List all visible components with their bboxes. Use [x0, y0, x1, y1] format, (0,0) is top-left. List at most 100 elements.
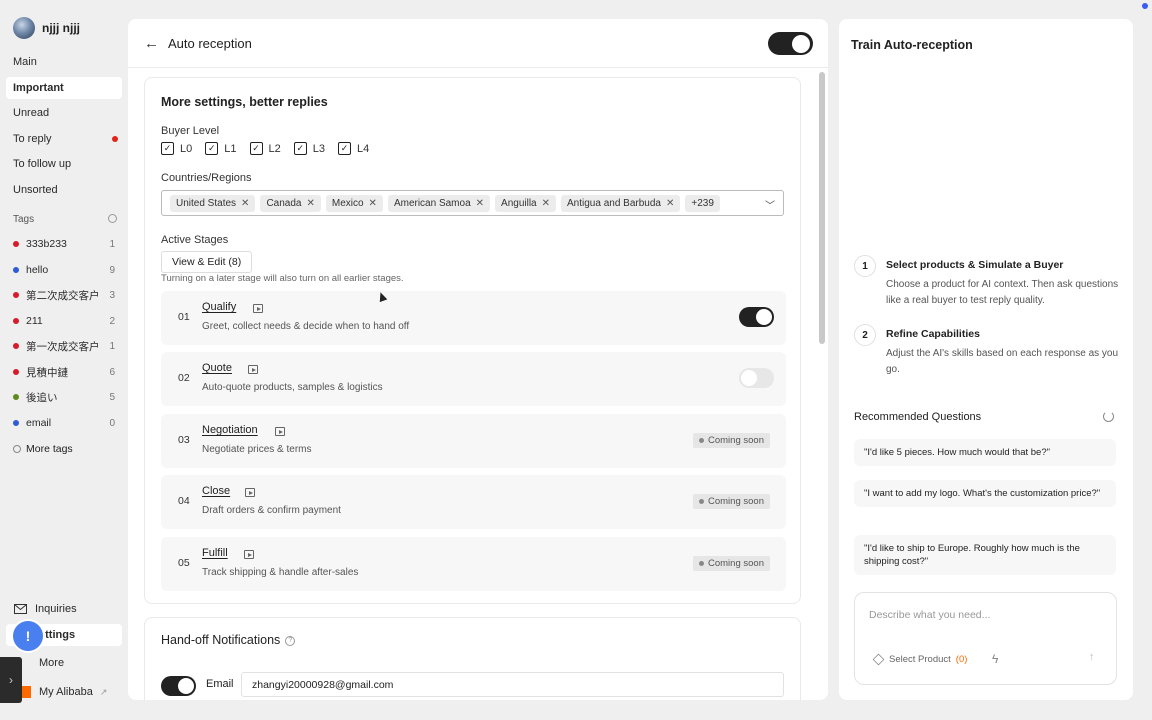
- nav-item-more[interactable]: More: [6, 652, 122, 674]
- scrollbar-thumb[interactable]: [819, 72, 825, 344]
- view-edit-button[interactable]: View & Edit (8): [161, 251, 253, 273]
- alibaba-logo-icon: [22, 686, 31, 698]
- buyer-level-l2-checkbox[interactable]: ✓ L2: [249, 142, 281, 155]
- lightning-icon[interactable]: ϟ: [992, 652, 998, 666]
- chip-label: Mexico: [331, 197, 364, 209]
- tag-item[interactable]: 第一次成交客户 1: [6, 336, 122, 356]
- message-compose-box[interactable]: Describe what you need... Select Product…: [854, 592, 1117, 685]
- checkbox-label: L3: [312, 142, 325, 155]
- tag-item[interactable]: 211 2: [6, 311, 122, 331]
- stage-number: 04: [178, 495, 190, 507]
- tags-heading: Tags: [13, 214, 35, 225]
- page-title: Auto reception: [168, 36, 252, 51]
- tag-item[interactable]: 第二次成交客户 3: [6, 285, 122, 305]
- nav-item-unsorted[interactable]: Unsorted: [6, 179, 122, 201]
- email-notification-toggle[interactable]: [161, 676, 196, 696]
- countries-multiselect[interactable]: United States ✕ Canada ✕ Mexico ✕ American …: [161, 190, 784, 216]
- nav-item-my-alibaba[interactable]: My Alibaba ↗: [6, 681, 122, 703]
- scrollbar[interactable]: [818, 70, 826, 700]
- buyer-level-l3-checkbox[interactable]: ✓ L3: [293, 142, 325, 155]
- video-play-icon[interactable]: [244, 550, 254, 559]
- status-dot: [699, 561, 704, 566]
- tag-item[interactable]: email 0: [6, 413, 122, 433]
- recommended-question[interactable]: "I'd like to ship to Europe. Roughly how…: [854, 535, 1116, 575]
- remove-chip-icon[interactable]: ✕: [666, 198, 674, 209]
- compose-placeholder: Describe what you need...: [869, 609, 991, 621]
- coming-soon-badge: Coming soon: [693, 556, 770, 571]
- refresh-icon[interactable]: [1103, 411, 1114, 422]
- country-chip: Antigua and Barbuda ✕: [561, 194, 681, 212]
- card-title: Hand-off Notifications?: [161, 633, 296, 647]
- stage-row-close: 04 Close Draft orders & confirm payment …: [161, 475, 786, 529]
- tag-item[interactable]: 後追い 5: [6, 387, 122, 407]
- stage-row-fulfill: 05 Fulfill Track shipping & handle after…: [161, 537, 786, 591]
- handoff-title: Hand-off Notifications: [161, 633, 281, 647]
- tag-label: 333b233: [26, 238, 67, 250]
- step-description: Adjust the AI's skills based on each res…: [886, 348, 1119, 375]
- recommended-question[interactable]: "I'd like 5 pieces. How much would that …: [854, 439, 1116, 466]
- video-play-icon[interactable]: [248, 365, 258, 374]
- qualify-stage-toggle[interactable]: [739, 307, 774, 327]
- tags-settings-icon[interactable]: [108, 214, 117, 223]
- nav-item-important[interactable]: Important: [6, 77, 122, 99]
- tag-item[interactable]: 333b233 1: [6, 234, 122, 254]
- more-countries-chip[interactable]: +239: [685, 194, 720, 212]
- step-title: Select products & Simulate a Buyer: [886, 259, 1064, 271]
- tag-color-dot: [13, 267, 19, 273]
- video-play-icon[interactable]: [275, 427, 285, 436]
- more-tags-link[interactable]: More tags: [13, 443, 73, 455]
- stage-name-link[interactable]: Qualify: [202, 301, 236, 313]
- tag-color-dot: [13, 394, 19, 400]
- nav-item-to-follow-up[interactable]: To follow up: [6, 153, 122, 175]
- send-arrow-icon[interactable]: ↑: [1089, 651, 1095, 663]
- stage-name: Quote: [202, 362, 232, 374]
- quote-stage-toggle[interactable]: [739, 368, 774, 388]
- expand-sidebar-button[interactable]: ›: [0, 657, 22, 703]
- stage-name-link[interactable]: Close: [202, 485, 230, 497]
- chip-label: Canada: [266, 197, 302, 209]
- recommended-question[interactable]: "I want to add my logo. What's the custo…: [854, 480, 1116, 507]
- nav-item-to-reply[interactable]: To reply: [6, 128, 122, 150]
- checkmark-icon: ✓: [338, 142, 351, 155]
- chat-help-button[interactable]: !: [13, 621, 43, 651]
- tag-color-dot: [13, 292, 19, 298]
- nav-item-unread[interactable]: Unread: [6, 102, 122, 124]
- settings-card: More settings, better replies Buyer Leve…: [144, 77, 801, 604]
- auto-reception-toggle[interactable]: [768, 32, 813, 55]
- chip-label: Antigua and Barbuda: [567, 197, 661, 209]
- buyer-level-l0-checkbox[interactable]: ✓ L0: [161, 142, 192, 155]
- video-play-icon[interactable]: [253, 304, 263, 313]
- nav-item-main[interactable]: Main: [6, 51, 122, 73]
- email-field[interactable]: zhangyi20000928@gmail.com: [241, 672, 784, 697]
- handoff-notifications-card: Hand-off Notifications? Email zhangyi200…: [144, 617, 801, 700]
- remove-chip-icon[interactable]: ✕: [542, 198, 550, 209]
- stage-row-quote: 02 Quote Auto-quote products, samples & …: [161, 352, 786, 406]
- back-arrow-icon[interactable]: ←: [144, 35, 159, 52]
- panel-header: ← Auto reception: [128, 19, 828, 68]
- nav-item-inquiries[interactable]: Inquiries: [6, 598, 122, 620]
- chevron-down-icon[interactable]: ﹀: [765, 197, 775, 212]
- nav-label: My Alibaba: [39, 686, 93, 698]
- select-product-button[interactable]: Select Product (0): [872, 653, 967, 666]
- tag-item[interactable]: hello 9: [6, 260, 122, 280]
- help-icon[interactable]: ?: [285, 635, 296, 646]
- step-number: 2: [854, 324, 876, 346]
- remove-chip-icon[interactable]: ✕: [306, 198, 314, 209]
- stage-name-link[interactable]: Quote: [202, 362, 232, 374]
- country-chip: Canada ✕: [260, 194, 321, 212]
- video-play-icon[interactable]: [245, 488, 255, 497]
- exclamation-icon: !: [25, 628, 31, 644]
- profile[interactable]: njjj njjj: [13, 17, 80, 39]
- chevron-right-icon: ›: [9, 673, 13, 687]
- stage-number: 01: [178, 311, 190, 323]
- remove-chip-icon[interactable]: ✕: [476, 198, 484, 209]
- stage-name-link[interactable]: Negotiation: [202, 424, 258, 436]
- remove-chip-icon[interactable]: ✕: [369, 198, 377, 209]
- buyer-level-l1-checkbox[interactable]: ✓ L1: [205, 142, 237, 155]
- checkbox-label: L1: [224, 142, 237, 155]
- buyer-level-l4-checkbox[interactable]: ✓ L4: [338, 142, 369, 155]
- stage-name-link[interactable]: Fulfill: [202, 547, 228, 559]
- tag-item[interactable]: 見積中鏈 6: [6, 362, 122, 382]
- remove-chip-icon[interactable]: ✕: [241, 198, 249, 209]
- tag-label: 見積中鏈: [26, 366, 68, 379]
